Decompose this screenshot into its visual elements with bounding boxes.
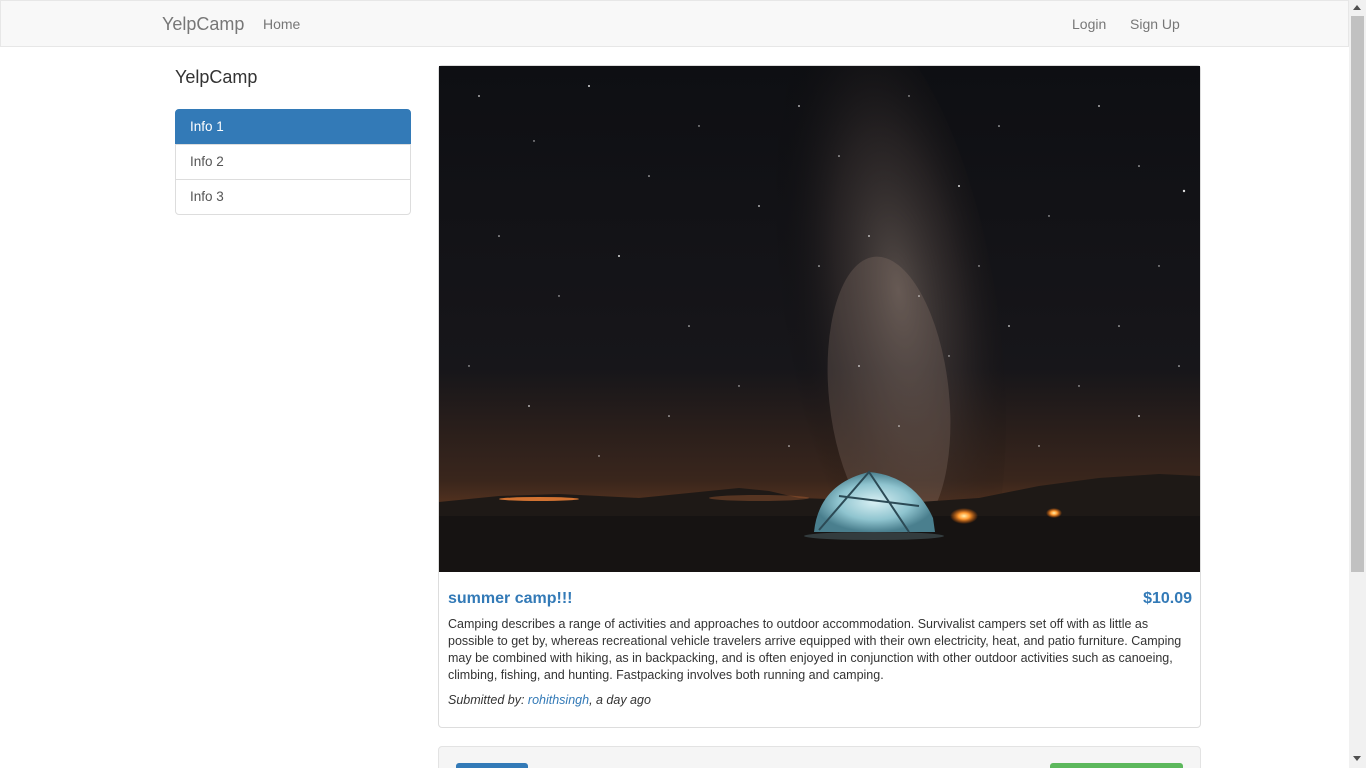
navbar: YelpCamp Home Login Sign Up xyxy=(0,0,1349,47)
nav-home-link[interactable]: Home xyxy=(263,16,300,32)
list-item-info-1[interactable]: Info 1 xyxy=(175,109,411,145)
navbar-brand[interactable]: YelpCamp xyxy=(162,14,244,35)
blue-action-button[interactable] xyxy=(456,763,528,768)
list-item-info-2[interactable]: Info 2 xyxy=(175,144,411,180)
campground-name[interactable]: summer camp!!! xyxy=(448,590,572,608)
nav-login-link[interactable]: Login xyxy=(1072,16,1106,32)
campground-price: $10.09 xyxy=(1143,590,1192,607)
submitted-time: , a day ago xyxy=(589,693,651,707)
campground-card: summer camp!!! $10.09 Camping describes … xyxy=(438,65,1201,728)
submitted-prefix: Submitted by: xyxy=(448,693,528,707)
info-list-group: Info 1 Info 2 Info 3 xyxy=(175,109,411,215)
vertical-scrollbar[interactable] xyxy=(1349,0,1366,768)
nav-signup-link[interactable]: Sign Up xyxy=(1130,16,1180,32)
scroll-down-arrow-icon[interactable] xyxy=(1353,756,1361,761)
author-link[interactable]: rohithsingh xyxy=(528,693,589,707)
scroll-up-arrow-icon[interactable] xyxy=(1353,5,1361,10)
scroll-thumb[interactable] xyxy=(1351,16,1364,572)
list-item-info-3[interactable]: Info 3 xyxy=(175,179,411,215)
submitted-by: Submitted by: rohithsingh, a day ago xyxy=(448,693,651,707)
campground-photo xyxy=(439,66,1200,572)
sidebar-title: YelpCamp xyxy=(175,67,258,87)
comments-well xyxy=(438,746,1201,768)
green-action-button[interactable] xyxy=(1050,763,1183,768)
campground-description: Camping describes a range of activities … xyxy=(448,617,1182,682)
